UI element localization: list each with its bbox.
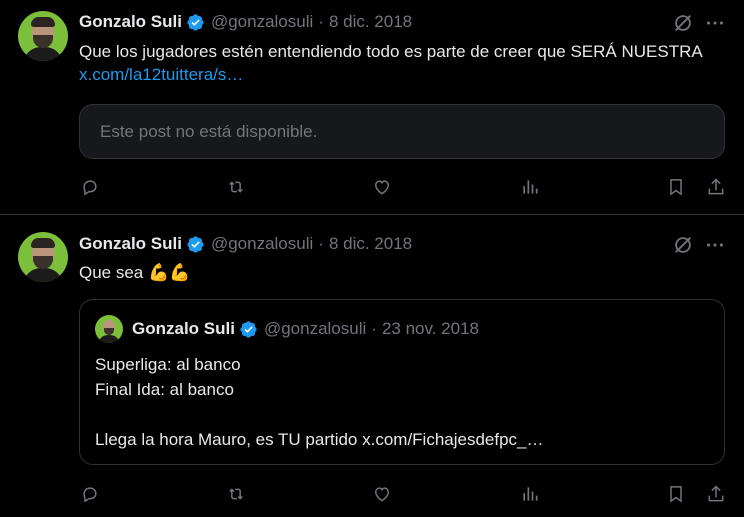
repost-icon bbox=[229, 181, 243, 193]
share-icon bbox=[708, 178, 724, 195]
tweet[interactable]: Gonzalo Suli @gonzalosuli · 8 dic. 2018 … bbox=[0, 0, 744, 215]
reply-icon bbox=[83, 180, 97, 196]
action-bar bbox=[79, 483, 725, 507]
quoted-line: Superliga: al banco bbox=[95, 355, 241, 374]
tweet-header: Gonzalo Suli @gonzalosuli · 8 dic. 2018 bbox=[79, 11, 412, 33]
author-name[interactable]: Gonzalo Suli bbox=[79, 234, 182, 254]
bookmark-icon bbox=[670, 486, 682, 503]
bookmark-button[interactable] bbox=[665, 483, 687, 505]
more-icon[interactable] bbox=[704, 12, 726, 34]
like-icon bbox=[374, 487, 390, 502]
post-link[interactable]: x.com/la12tuittera/s… bbox=[79, 65, 243, 84]
quoted-header: Gonzalo Suli @gonzalosuli · 23 nov. 2018 bbox=[132, 318, 479, 340]
post-date[interactable]: 8 dic. 2018 bbox=[329, 234, 412, 254]
quoted-avatar bbox=[95, 315, 123, 343]
repost-icon bbox=[229, 488, 243, 500]
views-button[interactable] bbox=[519, 176, 541, 198]
views-icon bbox=[523, 180, 538, 194]
share-button[interactable] bbox=[705, 176, 727, 198]
author-name[interactable]: Gonzalo Suli bbox=[79, 12, 182, 32]
avatar[interactable] bbox=[18, 11, 68, 61]
views-icon bbox=[523, 487, 538, 501]
quoted-author-name: Gonzalo Suli bbox=[132, 319, 235, 338]
bookmark-icon bbox=[670, 179, 682, 196]
more-icon[interactable] bbox=[704, 234, 726, 256]
grok-icon[interactable] bbox=[672, 234, 694, 256]
author-handle[interactable]: @gonzalosuli bbox=[211, 234, 313, 254]
post-date[interactable]: 8 dic. 2018 bbox=[329, 12, 412, 32]
reply-icon bbox=[83, 487, 97, 503]
author-handle[interactable]: @gonzalosuli bbox=[211, 12, 313, 32]
quoted-date: 23 nov. 2018 bbox=[381, 319, 479, 338]
verified-badge-icon bbox=[187, 235, 204, 253]
unavailable-post-card: Este post no está disponible. bbox=[79, 104, 725, 159]
verified-badge-icon bbox=[187, 13, 204, 31]
repost-button[interactable] bbox=[225, 176, 247, 198]
like-button[interactable] bbox=[371, 176, 393, 198]
separator: · bbox=[318, 234, 324, 253]
quoted-line: Llega la hora Mauro, es TU partido x.com… bbox=[95, 430, 544, 449]
reply-button[interactable] bbox=[79, 483, 101, 505]
repost-button[interactable] bbox=[225, 483, 247, 505]
avatar[interactable] bbox=[18, 232, 68, 282]
quoted-line bbox=[95, 402, 705, 427]
quoted-line: Final Ida: al banco bbox=[95, 380, 234, 399]
unavailable-text: Este post no está disponible. bbox=[100, 121, 318, 141]
tweet[interactable]: Gonzalo Suli @gonzalosuli · 8 dic. 2018 … bbox=[0, 215, 744, 517]
bookmark-button[interactable] bbox=[665, 176, 687, 198]
tweet-header: Gonzalo Suli @gonzalosuli · 8 dic. 2018 bbox=[79, 233, 412, 255]
separator: · bbox=[318, 12, 324, 31]
reply-button[interactable] bbox=[79, 176, 101, 198]
grok-icon[interactable] bbox=[672, 12, 694, 34]
share-button[interactable] bbox=[705, 483, 727, 505]
quoted-handle: @gonzalosuli bbox=[263, 319, 367, 338]
verified-badge-icon bbox=[240, 320, 257, 338]
post-text: Que sea 💪💪 bbox=[79, 263, 191, 282]
action-bar bbox=[79, 176, 725, 200]
post-text-body: Que los jugadores estén entendiendo todo… bbox=[79, 42, 702, 61]
separator: · bbox=[371, 319, 377, 338]
views-button[interactable] bbox=[519, 483, 541, 505]
post-text: Que los jugadores estén entendiendo todo… bbox=[79, 40, 719, 86]
quoted-text: Superliga: al banco Final Ida: al banco … bbox=[95, 352, 705, 452]
like-button[interactable] bbox=[371, 483, 393, 505]
like-icon bbox=[374, 180, 390, 195]
share-icon bbox=[708, 485, 724, 502]
quoted-post[interactable]: Gonzalo Suli @gonzalosuli · 23 nov. 2018… bbox=[79, 299, 725, 465]
